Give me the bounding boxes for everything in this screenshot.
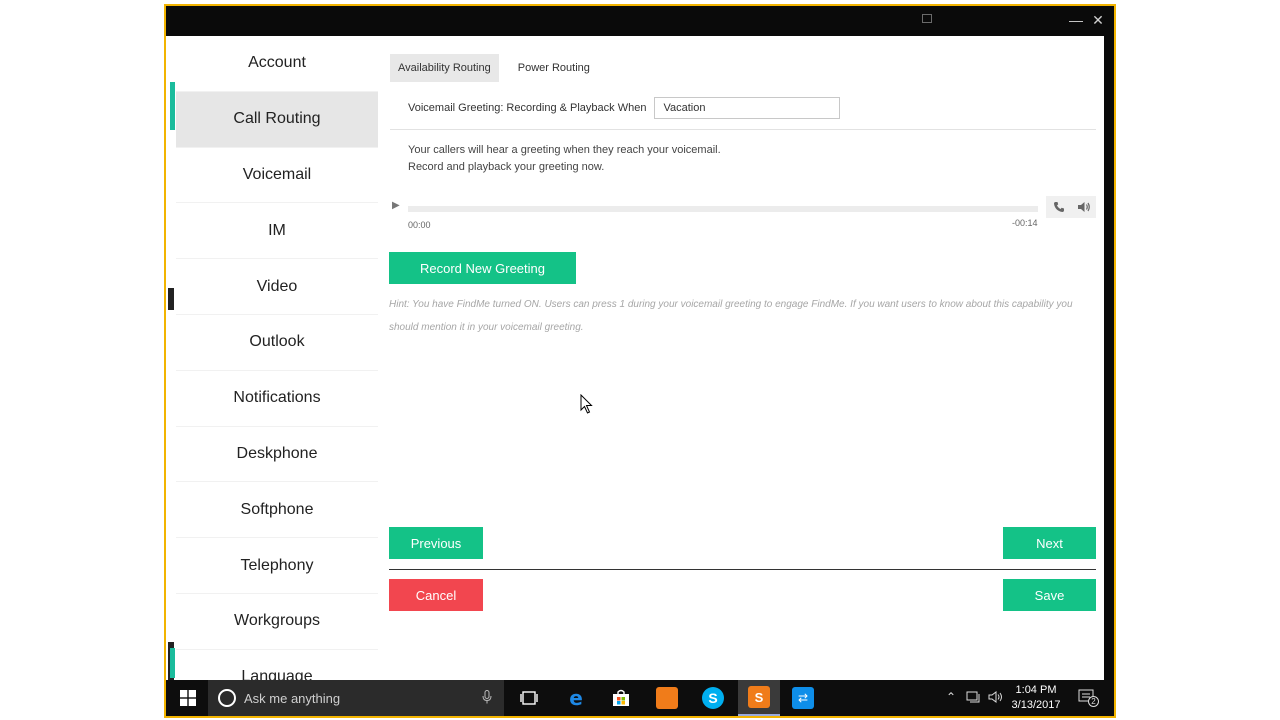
edge-browser-icon[interactable]: e [563, 680, 589, 716]
tab-availability-routing[interactable]: Availability Routing [390, 54, 499, 82]
notification-count-badge: 2 [1088, 696, 1099, 707]
close-button[interactable]: ✕ [1090, 12, 1106, 28]
sidebar-item-outlook[interactable]: Outlook [176, 315, 378, 371]
show-hidden-icons-icon[interactable]: ⌃ [946, 690, 956, 704]
clock-time: 1:04 PM [1015, 684, 1057, 696]
store-icon[interactable] [608, 680, 634, 716]
remaining-time: -00:14 [1012, 218, 1038, 228]
sidebar-item-video[interactable]: Video [176, 259, 378, 315]
edge-accent [170, 82, 175, 130]
sidebar-item-workgroups[interactable]: Workgroups [176, 594, 378, 650]
cortana-icon [218, 689, 236, 707]
sidebar-item-voicemail[interactable]: Voicemail [176, 148, 378, 204]
playback-progress-track[interactable] [408, 206, 1038, 212]
minimize-button[interactable]: — [1068, 12, 1084, 28]
sidebar-item-account[interactable]: Account [176, 36, 378, 92]
mouse-cursor-icon [580, 394, 593, 414]
sidebar-item-softphone[interactable]: Softphone [176, 482, 378, 539]
tab-power-routing[interactable]: Power Routing [510, 54, 598, 82]
record-new-greeting-button[interactable]: Record New Greeting [389, 252, 576, 284]
greeting-description: Your callers will hear a greeting when t… [408, 142, 721, 176]
action-center-icon[interactable]: 2 [1078, 688, 1099, 709]
switchvox-app-icon[interactable]: S [738, 680, 780, 716]
microphone-icon[interactable] [482, 690, 492, 707]
greeting-player: ▶ 00:00 -00:14 [390, 196, 1096, 236]
sidebar-item-notifications[interactable]: Notifications [176, 371, 378, 427]
edge-accent [170, 648, 175, 678]
windows-taskbar: Ask me anything e S S ⇄ ⌃ 1:04 PM 3/13/2… [166, 680, 1114, 716]
cortana-search-box[interactable]: Ask me anything [208, 680, 504, 716]
app-icon-orange[interactable] [654, 680, 680, 716]
description-line: Record and playback your greeting now. [408, 161, 605, 173]
right-border [1104, 36, 1114, 680]
volume-icon[interactable] [988, 690, 1004, 707]
sidebar-item-language[interactable]: Language [176, 650, 378, 680]
edge-mark [168, 288, 174, 310]
teamviewer-icon[interactable]: ⇄ [790, 680, 816, 716]
voicemail-greeting-row: Voicemail Greeting: Recording & Playback… [408, 96, 841, 120]
voicemail-greeting-label: Voicemail Greeting: Recording & Playback… [408, 102, 647, 114]
speaker-icon[interactable] [1071, 196, 1096, 218]
skype-icon[interactable]: S [700, 680, 726, 716]
restore-icon[interactable] [922, 14, 932, 23]
settings-sidebar: Account Call Routing Voicemail IM Video … [176, 36, 378, 680]
phone-icon[interactable] [1046, 196, 1071, 218]
playback-device-toggle [1046, 196, 1096, 218]
elapsed-time: 00:00 [408, 220, 431, 230]
save-button[interactable]: Save [1003, 579, 1096, 611]
findme-hint: Hint: You have FindMe turned ON. Users c… [389, 299, 1073, 333]
cancel-button[interactable]: Cancel [389, 579, 483, 611]
search-placeholder: Ask me anything [244, 690, 341, 706]
sidebar-item-call-routing[interactable]: Call Routing [176, 91, 378, 148]
system-clock[interactable]: 1:04 PM 3/13/2017 [1006, 683, 1066, 713]
app-window: — ✕ Account Call Routing Voicemail IM Vi… [164, 4, 1116, 718]
play-icon[interactable]: ▶ [392, 200, 400, 211]
start-button[interactable] [174, 680, 202, 716]
routing-tabs: Availability Routing Power Routing [390, 54, 609, 82]
network-icon[interactable] [966, 690, 982, 707]
task-view-icon[interactable] [516, 680, 542, 716]
title-bar: — ✕ [166, 6, 1114, 36]
divider [390, 129, 1096, 130]
description-line: Your callers will hear a greeting when t… [408, 144, 721, 156]
greeting-condition-select[interactable]: Vacation [654, 97, 841, 119]
sidebar-item-im[interactable]: IM [176, 203, 378, 260]
clock-date: 3/13/2017 [1011, 699, 1061, 711]
sidebar-item-telephony[interactable]: Telephony [176, 538, 378, 594]
footer-divider [389, 569, 1096, 570]
call-routing-panel: Availability Routing Power Routing Voice… [378, 36, 1104, 680]
windows-logo-icon [180, 690, 196, 706]
background-window-edge [166, 36, 175, 682]
next-button[interactable]: Next [1003, 527, 1096, 559]
sidebar-item-deskphone[interactable]: Deskphone [176, 427, 378, 483]
previous-button[interactable]: Previous [389, 527, 483, 559]
